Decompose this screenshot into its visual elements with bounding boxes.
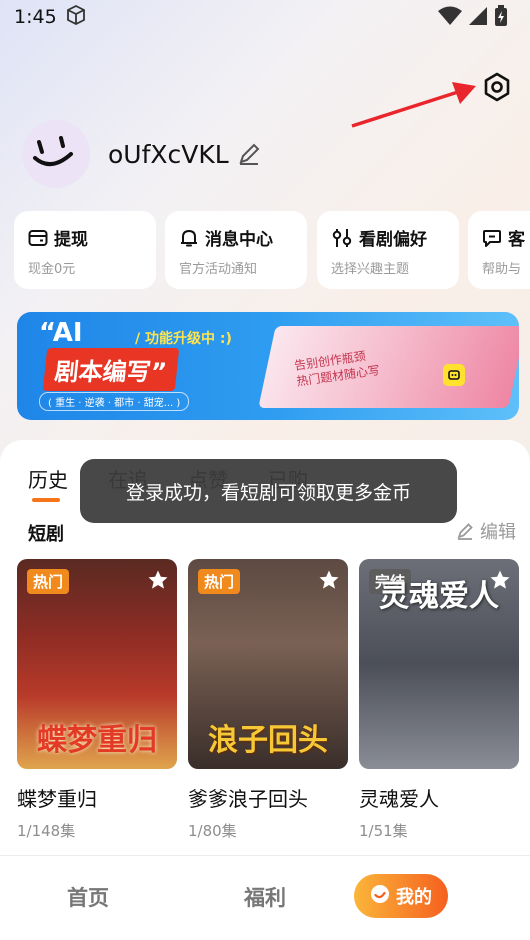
- preferences-card[interactable]: 看剧偏好 选择兴趣主题: [317, 211, 459, 289]
- smiley-avatar-icon: [33, 136, 73, 166]
- annotation-arrow: [351, 82, 476, 128]
- drama-card[interactable]: 完结 灵魂爱人 灵魂爱人 1/51集: [359, 559, 519, 841]
- bottom-nav: 首页 福利 我的: [0, 855, 530, 940]
- nav-mine[interactable]: 我的: [354, 874, 448, 918]
- banner-tag: / 功能升级中 :): [135, 331, 232, 347]
- drama-poster-title: 蝶梦重归: [37, 723, 157, 758]
- settings-gear-icon: [481, 71, 513, 107]
- nav-home[interactable]: 首页: [67, 882, 109, 912]
- edit-name-icon[interactable]: [237, 142, 261, 166]
- banner-ai-badge-icon: [443, 364, 465, 386]
- signal-icon: [468, 6, 488, 30]
- nav-welfare[interactable]: 福利: [244, 882, 286, 912]
- drama-poster[interactable]: 热门 浪子回头: [188, 559, 348, 769]
- status-bar: 1:45: [0, 0, 530, 34]
- favorite-star-icon[interactable]: [318, 569, 340, 595]
- drama-title: 爹爹浪子回头: [188, 787, 308, 811]
- drama-card[interactable]: 热门 蝶梦重归 蝶梦重归 1/148集: [17, 559, 177, 841]
- wifi-icon: [438, 6, 462, 30]
- nav-mine-label: 我的: [396, 887, 432, 908]
- profile-header: oUfXcVKL: [22, 120, 261, 188]
- wallet-icon: [28, 229, 48, 247]
- username: oUfXcVKL: [108, 139, 229, 169]
- battery-charging-icon: [494, 5, 508, 31]
- edit-button[interactable]: 编辑: [456, 518, 516, 544]
- drama-title: 灵魂爱人: [359, 787, 439, 811]
- withdraw-card[interactable]: 提现 现金0元: [14, 211, 156, 289]
- sliders-icon: [331, 228, 353, 248]
- message-center-subtitle: 官方活动通知: [179, 262, 258, 277]
- edit-label: 编辑: [480, 522, 516, 543]
- preferences-subtitle: 选择兴趣主题: [331, 262, 410, 277]
- drama-poster-title: 灵魂爱人: [379, 579, 499, 614]
- favorite-star-icon[interactable]: [147, 569, 169, 595]
- banner-subtitle: ( 重生 · 逆袭 · 都市 · 甜宠... ): [39, 392, 190, 411]
- avatar[interactable]: [22, 120, 90, 188]
- chat-icon: [482, 228, 502, 248]
- customer-service-title: 客: [508, 230, 525, 250]
- bell-icon: [179, 228, 199, 248]
- pencil-icon: [456, 522, 474, 540]
- customer-service-subtitle: 帮助与: [482, 262, 522, 277]
- message-center-title: 消息中心: [205, 230, 273, 250]
- tab-history[interactable]: 历史: [28, 464, 68, 502]
- drama-poster[interactable]: 完结 灵魂爱人: [359, 559, 519, 769]
- banner-ai-text: “AI: [39, 318, 83, 348]
- login-success-toast: 登录成功，看短剧可领取更多金币: [80, 459, 457, 523]
- cube-icon: [65, 4, 87, 30]
- drama-card[interactable]: 热门 浪子回头 爹爹浪子回头 1/80集: [188, 559, 348, 841]
- drama-episodes: 1/148集: [17, 822, 76, 840]
- settings-button[interactable]: [478, 70, 516, 108]
- drama-poster[interactable]: 热门 蝶梦重归: [17, 559, 177, 769]
- section-label: 短剧: [28, 524, 64, 545]
- mine-icon: [370, 884, 390, 909]
- drama-episodes: 1/80集: [188, 822, 237, 840]
- status-time: 1:45: [14, 6, 57, 28]
- drama-badge: 热门: [198, 569, 241, 594]
- message-center-card[interactable]: 消息中心 官方活动通知: [165, 211, 307, 289]
- banner-headline: 剧本编写”: [42, 348, 180, 391]
- drama-poster-title: 浪子回头: [208, 723, 328, 758]
- drama-episodes: 1/51集: [359, 822, 408, 840]
- customer-service-card[interactable]: 客 帮助与: [468, 211, 530, 289]
- withdraw-subtitle: 现金0元: [28, 262, 76, 277]
- drama-title: 蝶梦重归: [17, 787, 97, 811]
- withdraw-title: 提现: [54, 230, 88, 250]
- preferences-title: 看剧偏好: [359, 230, 427, 250]
- quick-actions: 提现 现金0元 消息中心 官方活动通知 看剧偏好 选择兴趣主题 客 帮助与: [14, 211, 530, 289]
- drama-badge: 热门: [27, 569, 70, 594]
